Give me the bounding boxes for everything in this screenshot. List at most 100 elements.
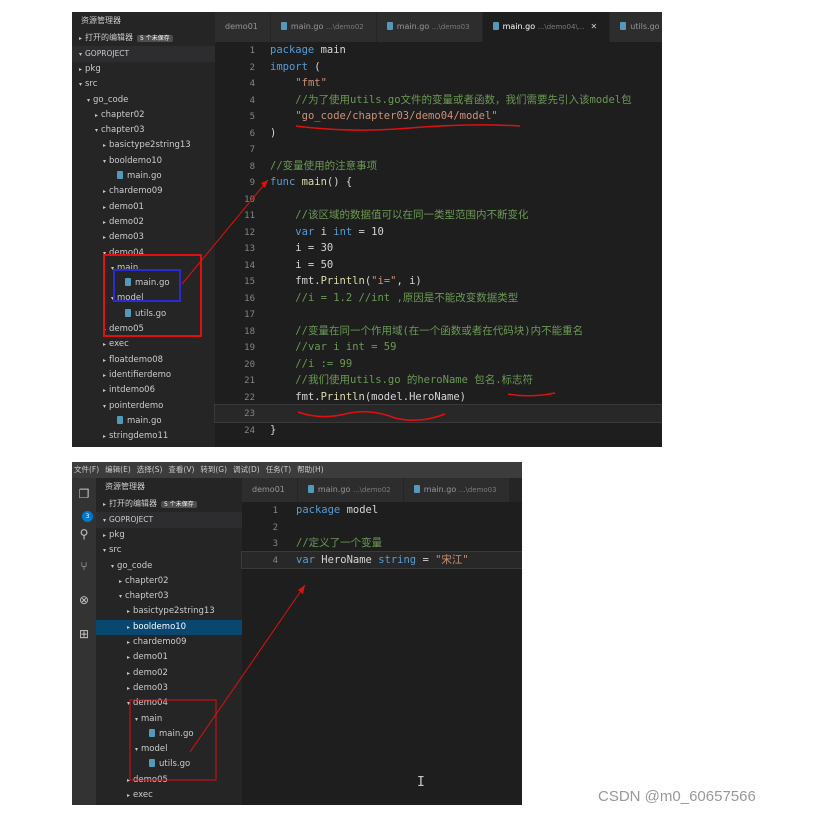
tree-folder[interactable]: ▸ exec [96, 788, 242, 803]
tree-folder[interactable]: ▸ demo03 [96, 681, 242, 696]
tree-file[interactable]: main.go [72, 414, 215, 429]
tree-folder[interactable]: ▾ model [72, 291, 215, 306]
code-line[interactable]: 8 //变量使用的注意事项 [215, 158, 662, 175]
tree-folder[interactable]: ▸ demo02 [96, 666, 242, 681]
search-icon[interactable]: ⚲ [76, 526, 92, 542]
tree-folder[interactable]: ▸ chapter02 [72, 108, 215, 123]
tree-folder[interactable]: ▾ chapter03 [96, 589, 242, 604]
tree-folder[interactable]: ▸ demo02 [72, 215, 215, 230]
code-line[interactable]: 3 //定义了一个变量 [242, 535, 522, 552]
close-icon[interactable]: ✕ [590, 22, 597, 31]
code-line[interactable]: 9 func main() { [215, 174, 662, 191]
code-line[interactable]: 4 "fmt" [215, 75, 662, 92]
code-line[interactable]: 23 [214, 404, 662, 423]
tree-folder[interactable]: ▸ stringdemo11 [72, 429, 215, 444]
code-editor[interactable]: 1 package model 2 3 //定义了一个变量 4 var HeroName s… [241, 502, 522, 805]
editor-tab[interactable]: main.go ...\demo02 [297, 478, 404, 502]
menu-item[interactable]: 编辑(E) [105, 465, 131, 474]
chevron-down-icon: ▾ [110, 264, 114, 272]
editor-tab[interactable]: demo01 [242, 478, 298, 502]
code-line[interactable]: 1 package main [215, 42, 662, 59]
tree-folder[interactable]: ▸ identifierdemo [72, 368, 215, 383]
code-line[interactable]: 21 //我们使用utils.go 的heroName 包名.标志符 [215, 372, 662, 389]
code-line[interactable]: 12 var i int = 10 [215, 224, 662, 241]
code-line[interactable]: 2 [242, 519, 522, 536]
menu-item[interactable]: 帮助(H) [297, 465, 324, 474]
code-line[interactable]: 1 package model [242, 502, 522, 519]
open-editors-header[interactable]: ▸ 打开的编辑器 5 个未保存 [72, 30, 215, 46]
code-line[interactable]: 16 //i = 1.2 //int ,原因是不能改变数据类型 [215, 290, 662, 307]
editor-tab[interactable]: demo01 [215, 12, 271, 42]
tree-folder[interactable]: ▾ model [96, 742, 242, 757]
tree-folder[interactable]: ▸ demo05 [72, 322, 215, 337]
extensions-icon[interactable]: ⊞ [76, 626, 92, 642]
tree-folder[interactable]: ▸ booldemo10 [96, 619, 242, 636]
code-line[interactable]: 5 "go_code/chapter03/demo04/model" [215, 108, 662, 125]
tree-folder[interactable]: ▸ chapter02 [96, 574, 242, 589]
menu-item[interactable]: 选择(S) [137, 465, 163, 474]
editor-tab[interactable]: main.go ...\demo04\... ✕ [482, 12, 611, 42]
code-line[interactable]: 18 //变量在同一个作用域(在一个函数或者在代码块)内不能重名 [215, 323, 662, 340]
editor-tab[interactable]: main.go ...\demo03 [376, 12, 483, 42]
tree-folder[interactable]: ▾ go_code [96, 559, 242, 574]
tree-folder[interactable]: ▸ demo05 [96, 773, 242, 788]
editor-tab[interactable]: main.go ...\demo03 [403, 478, 510, 502]
debug-icon[interactable]: ⊗ [76, 592, 92, 608]
tree-folder[interactable]: ▸ chardemo09 [96, 635, 242, 650]
code-line[interactable]: 17 [215, 306, 662, 323]
tree-folder[interactable]: ▸ pkg [96, 528, 242, 543]
menu-item[interactable]: 调试(D) [233, 465, 260, 474]
tree-folder[interactable]: ▾ pointerdemo [72, 399, 215, 414]
code-line[interactable]: 6) [215, 125, 662, 142]
editor-tab[interactable]: utils.go [610, 12, 662, 42]
tree-folder[interactable]: ▸ demo03 [72, 230, 215, 245]
code-line[interactable]: 4 //为了使用utils.go文件的变量或者函数，我们需要先引入该model包 [215, 92, 662, 109]
code-line[interactable]: 22 fmt.Println(model.HeroName) [215, 389, 662, 406]
code-line[interactable]: 11 //该区域的数据值可以在同一类型范围内不断变化 [215, 207, 662, 224]
tree-folder[interactable]: ▾ booldemo10 [72, 154, 215, 169]
tree-folder[interactable]: ▾ demo04 [72, 246, 215, 261]
menu-item[interactable]: 转到(G) [200, 465, 227, 474]
tree-folder[interactable]: ▸ intdemo06 [72, 383, 215, 398]
tree-folder[interactable]: ▾ chapter03 [72, 123, 215, 138]
tree-folder[interactable]: ▸ basictype2string13 [96, 604, 242, 619]
open-editors-header[interactable]: ▸ 打开的编辑器 5 个未保存 [96, 496, 242, 512]
code-line[interactable]: 7 [215, 141, 662, 158]
tree-folder[interactable]: ▾ src [96, 543, 242, 558]
code-line[interactable]: 15 fmt.Println("i=", i) [215, 273, 662, 290]
code-line[interactable]: 2 import ( [215, 59, 662, 76]
tree-file[interactable]: utils.go [72, 307, 215, 322]
code-line[interactable]: 20 //i := 99 [215, 356, 662, 373]
menu-item[interactable]: 任务(T) [266, 465, 291, 474]
code-line[interactable]: 19 //var i int = 59 [215, 339, 662, 356]
tree-folder[interactable]: ▸ chardemo09 [72, 184, 215, 199]
code-line[interactable]: 14 i = 50 [215, 257, 662, 274]
tree-folder[interactable]: ▾ src [72, 77, 215, 92]
files-icon[interactable]: ❐ [76, 486, 92, 502]
tree-folder[interactable]: ▸ floatdemo08 [72, 353, 215, 368]
tree-folder[interactable]: ▸ exec [72, 337, 215, 352]
tree-file[interactable]: utils.go [96, 757, 242, 772]
code-line[interactable]: 13 i = 30 [215, 240, 662, 257]
tree-folder[interactable]: ▾ main [72, 261, 215, 276]
editor-tab[interactable]: main.go ...\demo02 [270, 12, 377, 42]
code-line[interactable]: 10 [215, 191, 662, 208]
project-header[interactable]: ▾ GOPROJECT [96, 512, 242, 528]
tree-file[interactable]: main.go [96, 727, 242, 742]
tree-file[interactable]: main.go [72, 276, 215, 291]
tree-folder[interactable]: ▸ demo01 [96, 650, 242, 665]
source-control-icon[interactable]: ⑂ [76, 558, 92, 574]
tree-folder[interactable]: ▸ basictype2string13 [72, 138, 215, 153]
tree-folder[interactable]: ▸ pkg [72, 62, 215, 77]
tree-folder[interactable]: ▾ demo04 [96, 696, 242, 711]
tree-file[interactable]: main.go [72, 169, 215, 184]
tree-folder[interactable]: ▾ go_code [72, 93, 215, 108]
code-editor[interactable]: 1 package main 2 import (4 "fmt" 4 //为了使用uti… [214, 42, 662, 447]
code-line[interactable]: 4 var HeroName string = "宋江" [241, 550, 522, 569]
code-line[interactable]: 24} [215, 422, 662, 439]
project-header[interactable]: ▾ GOPROJECT [72, 46, 215, 62]
menu-item[interactable]: 文件(F) [74, 465, 99, 474]
menu-item[interactable]: 查看(V) [168, 465, 194, 474]
tree-folder[interactable]: ▸ demo01 [72, 200, 215, 215]
tree-folder[interactable]: ▾ main [96, 712, 242, 727]
